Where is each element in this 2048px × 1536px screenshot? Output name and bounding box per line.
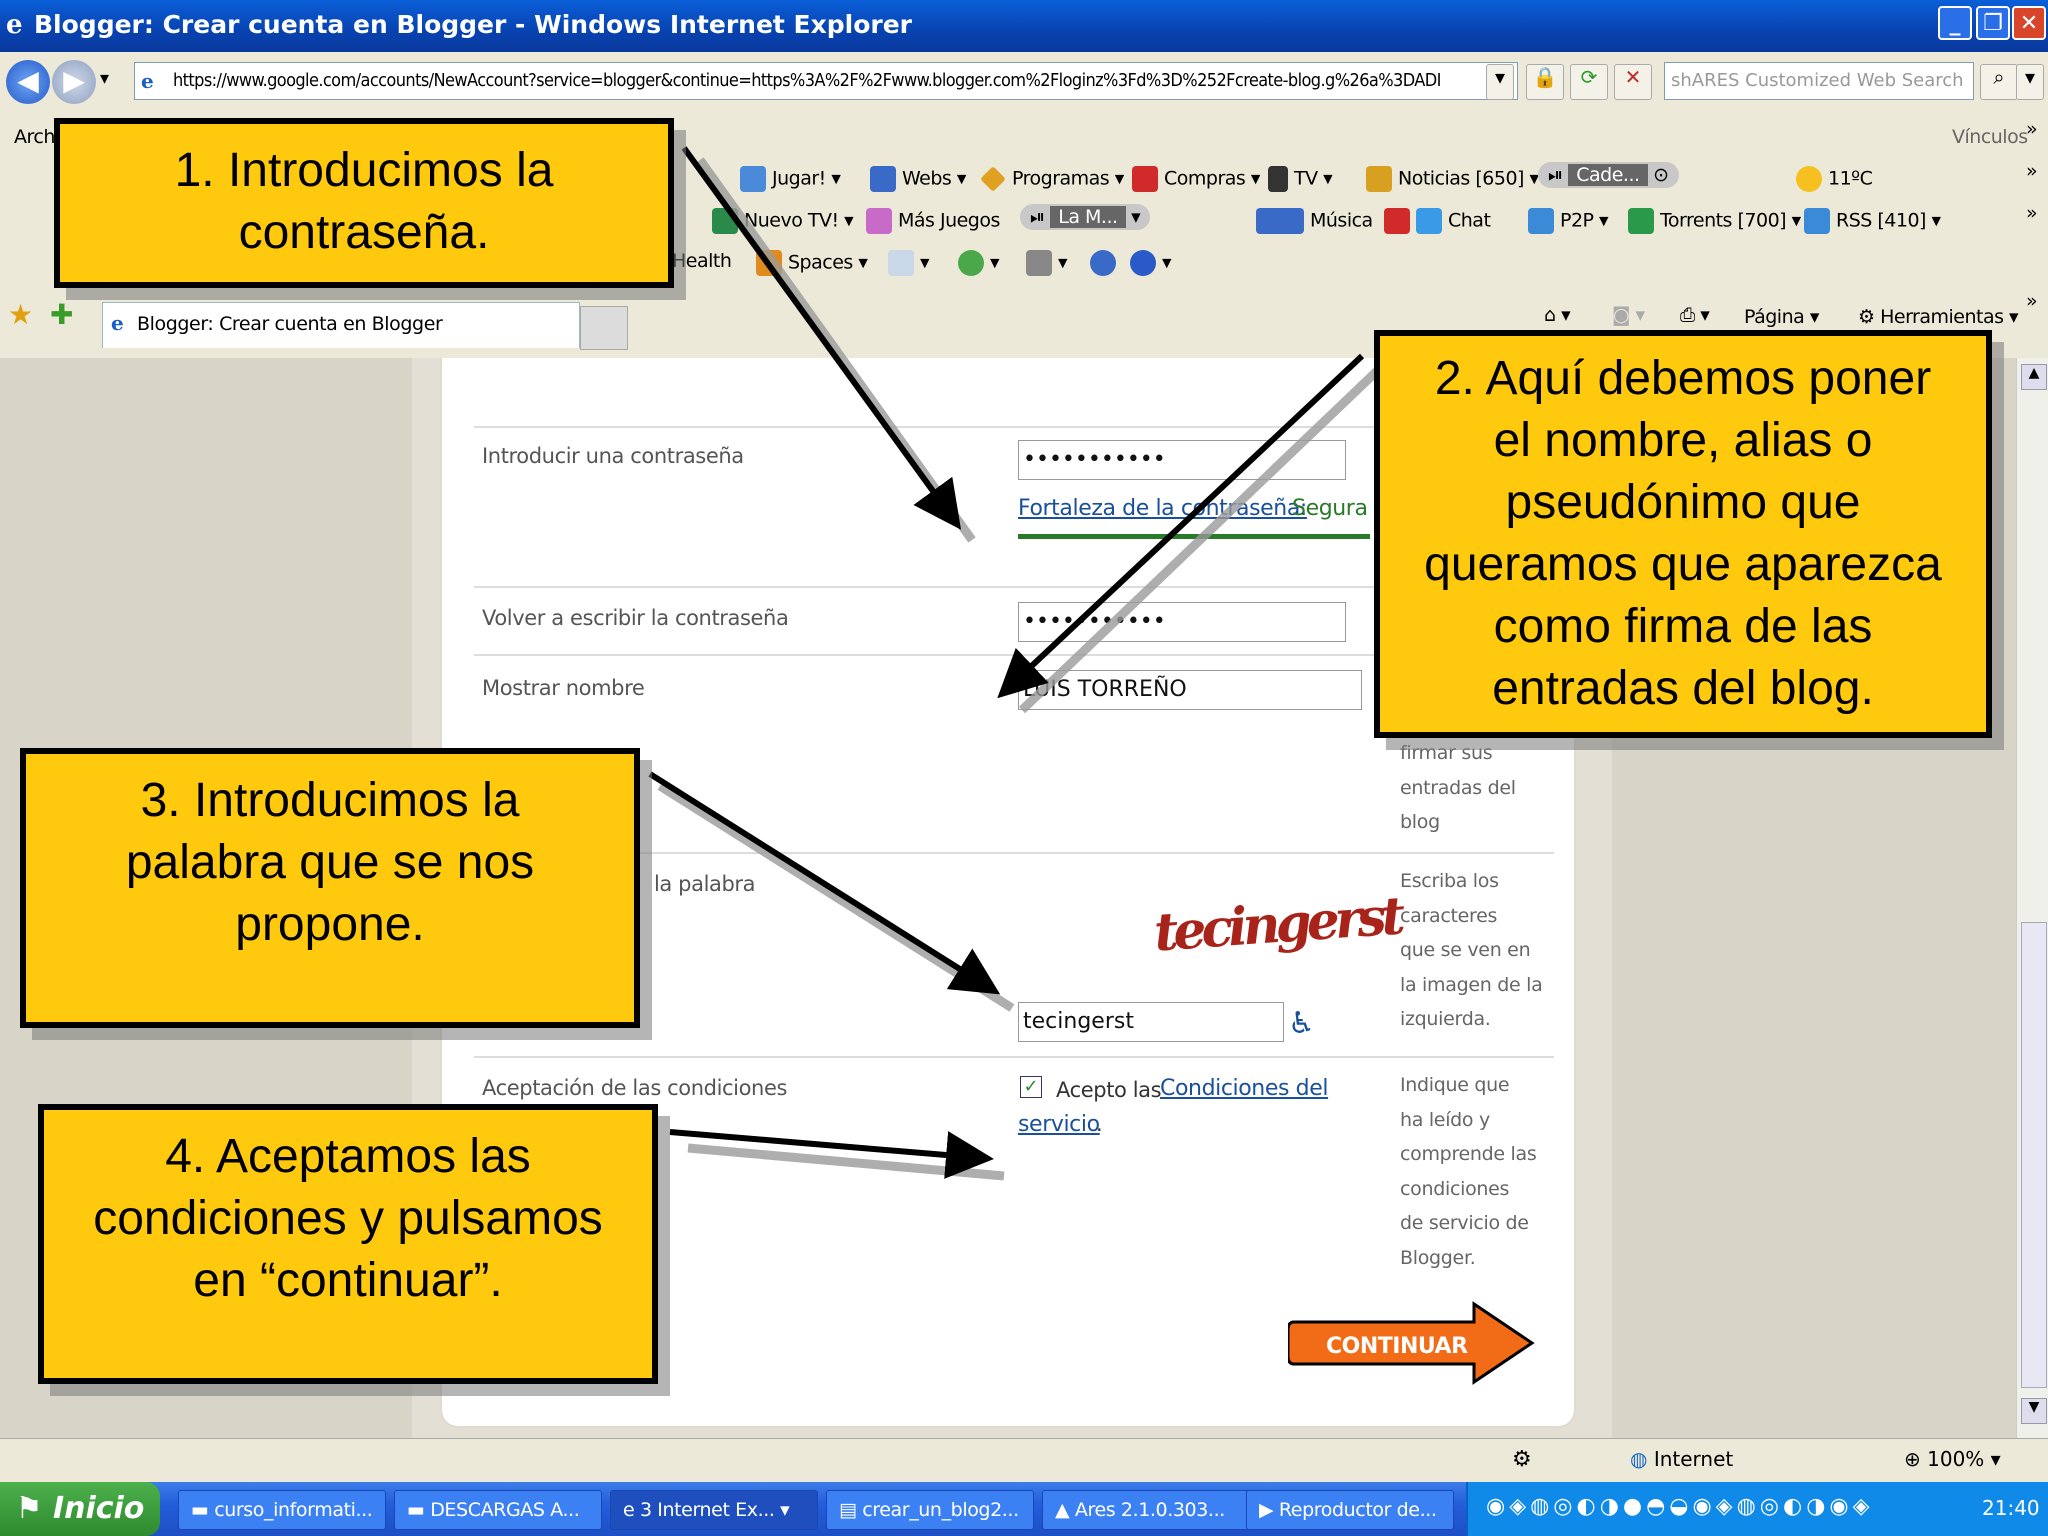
status-bar: ⚙ ◍ Internet ⊕ 100% ▾ [0,1438,2048,1483]
security-zone-icon: ⚙ [1512,1447,1532,1472]
document-icon: ▤ [839,1499,857,1521]
globe-icon: ◍ [1630,1447,1648,1471]
folder-icon: ▬ [191,1499,209,1521]
media-player-icon: ▶ [1259,1499,1274,1521]
arrow-shadows [657,157,1382,1181]
callout-step-4: 4. Aceptamos las condiciones y pulsamos … [38,1104,658,1384]
task-descargas[interactable]: ▬ DESCARGAS A... [394,1490,602,1530]
internet-zone: ◍ Internet [1630,1447,1734,1471]
system-tray: ◉◈◍◎◐◑●◓◒◉◈◍◎◐◑◉◈ 21:40 [1466,1482,2048,1536]
taskbar: ⚑ Inicio ▬ curso_informati... ▬ DESCARGA… [0,1482,2048,1536]
callout-step-1: 1. Introducimos la contraseña. [54,118,674,288]
task-internet-explorer[interactable]: e 3 Internet Ex... ▾ [610,1490,818,1530]
windows-logo-icon: ⚑ [15,1491,43,1526]
task-crear-un-blog[interactable]: ▤ crear_un_blog2... [826,1490,1034,1530]
tray-icons[interactable]: ◉◈◍◎◐◑●◓◒◉◈◍◎◐◑◉◈ [1486,1494,1874,1519]
callout-step-2: 2. Aquí debemos poner el nombre, alias o… [1374,330,1992,738]
clock[interactable]: 21:40 [1982,1496,2040,1520]
ares-icon: ▲ [1055,1499,1070,1521]
folder-icon: ▬ [407,1499,425,1521]
ie-icon: e [623,1499,635,1521]
task-ares[interactable]: ▲ Ares 2.1.0.303... [1042,1490,1250,1530]
zoom-level[interactable]: ⊕ 100% ▾ [1904,1447,2001,1471]
start-button[interactable]: ⚑ Inicio [0,1482,160,1536]
task-curso-informatica[interactable]: ▬ curso_informati... [178,1490,386,1530]
callout-step-3: 3. Introducimos la palabra que se nos pr… [20,748,640,1028]
zoom-icon: ⊕ [1904,1447,1921,1471]
task-reproductor[interactable]: ▶ Reproductor de... [1246,1490,1454,1530]
